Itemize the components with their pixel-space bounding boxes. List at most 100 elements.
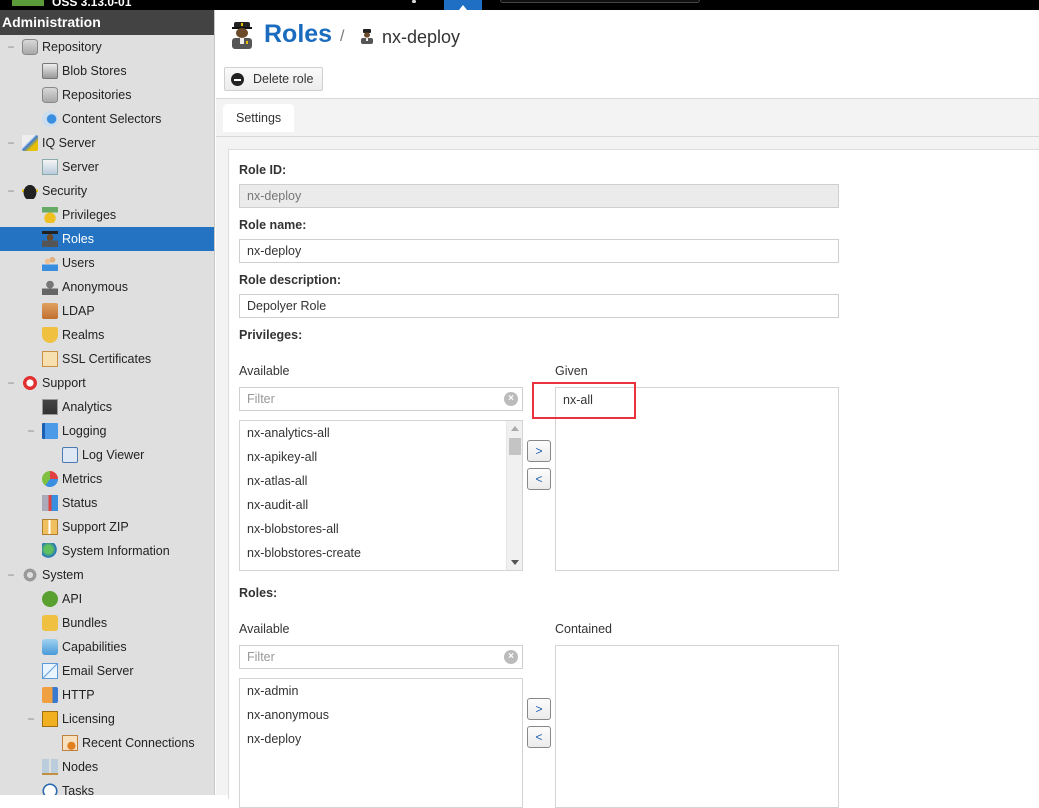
add-privilege-button[interactable]: > (527, 440, 551, 462)
sidebar-item-licensing[interactable]: − Licensing (0, 707, 214, 731)
sidebar-item-anonymous[interactable]: Anonymous (0, 275, 214, 299)
sidebar-item-label: Privileges (62, 208, 117, 222)
collapse-toggle-icon[interactable]: − (6, 35, 16, 59)
collapse-toggle-icon[interactable]: − (26, 419, 36, 443)
sidebar-item-email-server[interactable]: Email Server (0, 659, 214, 683)
remove-privilege-button[interactable]: < (527, 468, 551, 490)
remove-role-button[interactable]: < (527, 726, 551, 748)
admin-mode-tab[interactable] (444, 0, 482, 10)
sidebar-item-label: Metrics (62, 472, 103, 486)
roles-contained-list[interactable] (555, 645, 839, 808)
sidebar-item-repositories[interactable]: Repositories (0, 83, 214, 107)
sidebar-item-system[interactable]: − System (0, 563, 214, 587)
sidebar-item-api[interactable]: API (0, 587, 214, 611)
role-id-label: Role ID: (239, 163, 287, 177)
collapse-toggle-icon[interactable]: − (6, 371, 16, 395)
log-scroll-icon (62, 447, 78, 463)
sidebar-item-label: IQ Server (42, 136, 96, 150)
collapse-toggle-icon[interactable]: − (6, 179, 16, 203)
privileges-given-label: Given (555, 364, 588, 378)
delete-role-button[interactable]: Delete role (224, 67, 324, 91)
sidebar-item-recent-connections[interactable]: Recent Connections (0, 731, 214, 755)
iq-server-icon (22, 135, 38, 151)
sidebar-item-label: Users (62, 256, 95, 270)
sidebar-item-nodes[interactable]: Nodes (0, 755, 214, 779)
sidebar-item-bundles[interactable]: Bundles (0, 611, 214, 635)
sidebar-item-label: Email Server (62, 664, 134, 678)
sidebar-item-label: Repositories (62, 88, 132, 102)
main-content: Roles / nx-deploy Delete role Settings R… (216, 10, 1039, 808)
status-chart-icon (42, 495, 58, 511)
global-search-input[interactable] (500, 0, 700, 3)
privileges-available-list[interactable]: nx-analytics-all nx-apikey-all nx-atlas-al… (239, 420, 523, 571)
sidebar-item-security[interactable]: − Security (0, 179, 214, 203)
collapse-toggle-icon[interactable]: − (26, 707, 36, 731)
sidebar-item-log-viewer[interactable]: Log Viewer (0, 443, 214, 467)
sidebar-item-status[interactable]: Status (0, 491, 214, 515)
add-role-button[interactable]: > (527, 698, 551, 720)
server-icon (42, 159, 58, 175)
clear-filter-icon[interactable]: × (504, 392, 518, 406)
sidebar-item-iq-server[interactable]: − IQ Server (0, 131, 214, 155)
clock-icon (42, 783, 58, 795)
sidebar-item-roles[interactable]: Roles (0, 227, 214, 251)
role-name-field[interactable] (239, 239, 839, 263)
sidebar-item-tasks[interactable]: Tasks (0, 779, 214, 795)
sidebar-item-support[interactable]: − Support (0, 371, 214, 395)
role-list-item[interactable]: nx-admin (240, 679, 522, 703)
medal-icon (42, 207, 58, 223)
sidebar-item-repository[interactable]: − Repository (0, 35, 214, 59)
sidebar-item-label: Repository (42, 40, 102, 54)
sidebar-item-content-selectors[interactable]: Content Selectors (0, 107, 214, 131)
privilege-list-item[interactable]: nx-blobstores-create (240, 541, 522, 565)
role-list-item[interactable]: nx-anonymous (240, 703, 522, 727)
sidebar-item-users[interactable]: Users (0, 251, 214, 275)
shield-icon (42, 327, 58, 343)
clear-filter-icon[interactable]: × (504, 650, 518, 664)
sidebar-item-support-zip[interactable]: Support ZIP (0, 515, 214, 539)
privilege-list-item[interactable]: nx-blobstores-all (240, 517, 522, 541)
privilege-list-item[interactable]: nx-analytics-all (240, 421, 522, 445)
sidebar-item-logging[interactable]: − Logging (0, 419, 214, 443)
sidebar-item-blob-stores[interactable]: Blob Stores (0, 59, 214, 83)
page-title[interactable]: Roles (264, 20, 332, 49)
database-icon (42, 87, 58, 103)
privileges-list-scrollbar[interactable] (506, 421, 522, 570)
sidebar-item-label: Recent Connections (82, 736, 195, 750)
sidebar-item-label: Logging (62, 424, 107, 438)
scroll-down-icon[interactable] (511, 560, 519, 565)
security-cap-icon (22, 183, 38, 199)
page-header: Roles / nx-deploy (216, 10, 1039, 62)
role-list-item[interactable]: nx-deploy (240, 727, 522, 751)
collapse-toggle-icon[interactable]: − (6, 131, 16, 155)
privilege-list-item[interactable]: nx-apikey-all (240, 445, 522, 469)
nexus-logo[interactable] (12, 0, 44, 6)
sidebar-item-privileges[interactable]: Privileges (0, 203, 214, 227)
scroll-thumb[interactable] (509, 438, 521, 455)
sidebar-item-label: Realms (62, 328, 105, 342)
collapse-toggle-icon[interactable]: − (6, 563, 16, 587)
sidebar-item-metrics[interactable]: Metrics (0, 467, 214, 491)
role-officer-icon (42, 231, 58, 247)
scroll-up-icon[interactable] (511, 426, 519, 431)
sidebar-item-ssl-certificates[interactable]: SSL Certificates (0, 347, 214, 371)
roles-filter-input[interactable] (239, 645, 523, 669)
form-panel: Role ID: Role name: Role description: Pr… (216, 137, 1039, 808)
sidebar-item-capabilities[interactable]: Capabilities (0, 635, 214, 659)
globe-icon (42, 543, 58, 559)
roles-available-list[interactable]: nx-admin nx-anonymous nx-deploy (239, 678, 523, 808)
sidebar-item-ldap[interactable]: LDAP (0, 299, 214, 323)
sidebar-item-http[interactable]: HTTP (0, 683, 214, 707)
sidebar-item-realms[interactable]: Realms (0, 323, 214, 347)
privilege-list-item[interactable]: nx-audit-all (240, 493, 522, 517)
api-badge-icon (42, 591, 58, 607)
sidebar-item-analytics[interactable]: Analytics (0, 395, 214, 419)
tab-settings[interactable]: Settings (223, 104, 295, 132)
role-description-field[interactable] (239, 294, 839, 318)
breadcrumb-separator: / (340, 28, 345, 45)
role-id-field[interactable] (239, 184, 839, 208)
sidebar-item-server[interactable]: Server (0, 155, 214, 179)
sidebar-item-system-information[interactable]: System Information (0, 539, 214, 563)
privilege-list-item[interactable]: nx-atlas-all (240, 469, 522, 493)
privileges-filter-input[interactable] (239, 387, 523, 411)
